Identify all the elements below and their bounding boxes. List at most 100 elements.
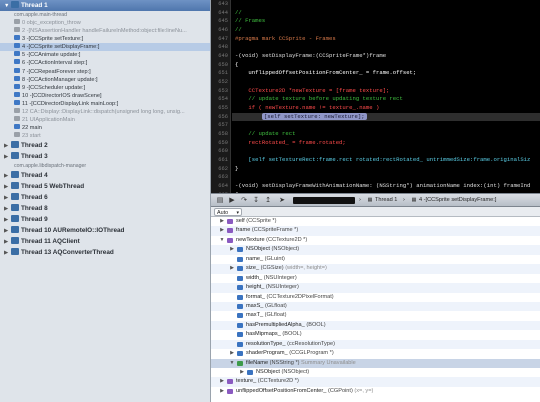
variable-row[interactable]: ▶ size_ (CGSize) (width=, height=)	[211, 264, 540, 274]
step-over-icon[interactable]: ↷	[239, 196, 249, 205]
disclosure-triangle-icon[interactable]: ▶	[229, 264, 235, 273]
variable-row[interactable]: resolutionType_ (ccResolutionType)	[211, 339, 540, 350]
code-line[interactable]	[232, 147, 540, 156]
location-icon[interactable]: ➤	[277, 196, 287, 205]
variable-row[interactable]: ▼ newTexture (CCTexture2D *)	[211, 236, 540, 245]
breadcrumb-thread[interactable]: Thread 1	[375, 196, 397, 205]
variable-row[interactable]: hasMipmaps_ (BOOL)	[211, 330, 540, 339]
line-number-gutter[interactable]: 643 644 645 646 647 648 649 650 651 652 653 654 655 6…	[211, 0, 231, 193]
disclosure-triangle-icon[interactable]: ▼	[4, 1, 11, 12]
code-line[interactable]: [self setTextureRect:frame.rect rotated:…	[232, 156, 540, 165]
disclosure-triangle-icon[interactable]: ▶	[4, 248, 11, 259]
stack-frame-row[interactable]: 2 -[NSAssertionHandler handleFailureInMe…	[0, 27, 210, 35]
variable-name: frame	[236, 227, 251, 234]
thread-row[interactable]: ▶ Thread 8	[0, 203, 210, 214]
thread-row[interactable]: ▼ Thread 1	[0, 0, 210, 11]
code-line[interactable]: }	[232, 165, 540, 174]
code-line[interactable]: if ( newTexture.name != texture_.name )	[232, 104, 540, 113]
code-line[interactable]: #pragma mark CCSprite - Frames	[232, 35, 540, 44]
disclosure-triangle-icon[interactable]: ▼	[219, 236, 225, 245]
hide-debug-area-icon[interactable]: ▤	[215, 196, 225, 205]
step-into-icon[interactable]: ↧	[251, 196, 261, 205]
variable-row[interactable]: name_ (GLuint)	[211, 255, 540, 264]
stack-frame-row[interactable]: 22 main	[0, 124, 210, 132]
stack-frame-row[interactable]: 0 objc_exception_throw	[0, 19, 210, 27]
source-editor[interactable]: 643 644 645 646 647 648 649 650 651 652 653 654 655 6…	[211, 0, 540, 193]
variable-row[interactable]: ▶ shaderProgram_ (CCGLProgram *)	[211, 349, 540, 358]
thread-row[interactable]: ▶ Thread 10 AURemoteIO::IOThread	[0, 225, 210, 236]
thread-row[interactable]: ▶ Thread 11 AQClient	[0, 236, 210, 247]
thread-row[interactable]: ▶ Thread 13 AQConverterThread	[0, 247, 210, 258]
stack-frame-row[interactable]: 3 -[CCSprite setTexture:]	[0, 35, 210, 43]
variable-row[interactable]: ▶ NSObject (NSObject)	[211, 368, 540, 377]
stack-frame-row[interactable]: 4 -[CCSprite setDisplayFrame:]	[0, 43, 210, 52]
variable-row[interactable]: ▶ frame (CCSpriteFrame *)	[211, 226, 540, 236]
stack-frame-row[interactable]: 21 UIApplicationMain	[0, 116, 210, 124]
code-line[interactable]: // Frames	[232, 17, 540, 26]
code-line[interactable]: -(void) setDisplayFrameWithAnimationName…	[232, 182, 540, 191]
variable-row[interactable]: height_ (NSUInteger)	[211, 283, 540, 293]
code-line[interactable]: unflippedOffsetPositionFromCenter_ = fra…	[232, 69, 540, 78]
code-line[interactable]	[232, 78, 540, 87]
disclosure-triangle-icon[interactable]: ▶	[219, 377, 225, 386]
disclosure-triangle-icon[interactable]: ▶	[219, 217, 225, 226]
variable-row[interactable]: ▶ unflippedOffsetPositionFromCenter_ (CGP…	[211, 387, 540, 396]
disclosure-triangle-icon[interactable]: ▶	[229, 245, 235, 254]
code-line[interactable]: //	[232, 9, 540, 18]
stack-frame-row[interactable]: 6 -[CCActionInterval step:]	[0, 59, 210, 67]
thread-row[interactable]: ▶ Thread 9	[0, 214, 210, 225]
code-area[interactable]: //// Frames//#pragma mark CCSprite - Fra…	[232, 0, 540, 193]
variable-row[interactable]: ▶ texture_ (CCTexture2D *)	[211, 377, 540, 387]
disclosure-triangle-icon[interactable]: ▶	[219, 387, 225, 396]
variable-row[interactable]: maxT_ (GLfloat)	[211, 311, 540, 320]
disclosure-triangle-icon[interactable]: ▼	[229, 359, 235, 368]
code-line[interactable]: -(void) setDisplayFrame:(CCSpriteFrame*)…	[232, 52, 540, 61]
code-line[interactable]	[232, 0, 540, 9]
step-out-icon[interactable]: ↥	[263, 196, 273, 205]
code-line[interactable]: {	[232, 61, 540, 70]
variable-row[interactable]: hasPremultipliedAlpha_ (BOOL)	[211, 320, 540, 331]
variable-row[interactable]: maxS_ (GLfloat)	[211, 301, 540, 312]
thread-row[interactable]: ▶ Thread 2	[0, 140, 210, 151]
code-line[interactable]	[232, 121, 540, 130]
stack-frame-label: 5 -[CCAnimate update:]	[22, 52, 81, 59]
variables-view[interactable]: ▶ self (CCSprite *) ▶ frame (CCSpriteFrame …	[211, 217, 540, 402]
code-line[interactable]: //	[232, 26, 540, 35]
stack-frame-row[interactable]: 5 -[CCAnimate update:]	[0, 51, 210, 59]
breadcrumb-frame[interactable]: 4 -[CCSprite setDisplayFrame:]	[419, 196, 496, 205]
disclosure-triangle-icon[interactable]: ▶	[219, 226, 225, 235]
code-line[interactable]: rectRotated_ = frame.rotated;	[232, 139, 540, 148]
variable-row[interactable]: format_ (CCTexture2DPixelFormat)	[211, 293, 540, 302]
disclosure-triangle-icon[interactable]: ▶	[239, 368, 245, 377]
stack-frame-row[interactable]: 10 -[CCDirectorIOS drawScene]	[0, 91, 210, 100]
code-line[interactable]: CCTexture2D *newTexture = [frame texture…	[232, 87, 540, 96]
variable-row[interactable]: ▶ NSObject (NSObject)	[211, 245, 540, 255]
variable-name: self	[236, 218, 245, 224]
stack-frame-row[interactable]: 12 CA::Display::DisplayLink::dispatch(un…	[0, 108, 210, 116]
thread-row[interactable]: ▶ Thread 3	[0, 151, 210, 162]
code-line[interactable]: [self setTexture: newTexture];	[232, 112, 540, 122]
line-number: 663	[218, 174, 228, 181]
thread-row[interactable]: ▶ Thread 4	[0, 170, 210, 181]
code-line[interactable]: // update rect	[232, 130, 540, 139]
stack-frame-row[interactable]: 9 -[CCScheduler update:]	[0, 83, 210, 92]
stack-frame-row[interactable]: 11 -[CCDirectorDisplayLink mainLoop:]	[0, 99, 210, 108]
variable-row[interactable]: width_ (NSUInteger)	[211, 274, 540, 283]
stack-frame-label: 11 -[CCDirectorDisplayLink mainLoop:]	[22, 100, 119, 107]
code-line[interactable]: // update texture before updating textur…	[232, 95, 540, 104]
code-line[interactable]	[232, 43, 540, 52]
variable-row[interactable]: ▶ self (CCSprite *)	[211, 217, 540, 226]
variable-type: (BOOL)	[306, 321, 326, 328]
variable-row[interactable]: ▼ fileName (NSString *) Summary Unavailab…	[211, 358, 540, 368]
disclosure-triangle-icon[interactable]: ▶	[229, 349, 235, 358]
code-line[interactable]	[232, 173, 540, 182]
continue-icon[interactable]: ▶	[227, 196, 237, 205]
variables-scope-popup[interactable]: Auto ▾	[214, 208, 242, 216]
disclosure-triangle-icon[interactable]: ▶	[4, 152, 11, 163]
stack-frame-row[interactable]: 7 -[CCRepeatForever step:]	[0, 67, 210, 76]
thread-row[interactable]: ▶ Thread 6	[0, 192, 210, 203]
stack-frame-row[interactable]: 23 start	[0, 132, 210, 140]
thread-row[interactable]: ▶ Thread 5 WebThread	[0, 181, 210, 192]
stack-frame-row[interactable]: 8 -[CCActionManager update:]	[0, 75, 210, 84]
variable-type: (NSObject)	[281, 369, 310, 375]
